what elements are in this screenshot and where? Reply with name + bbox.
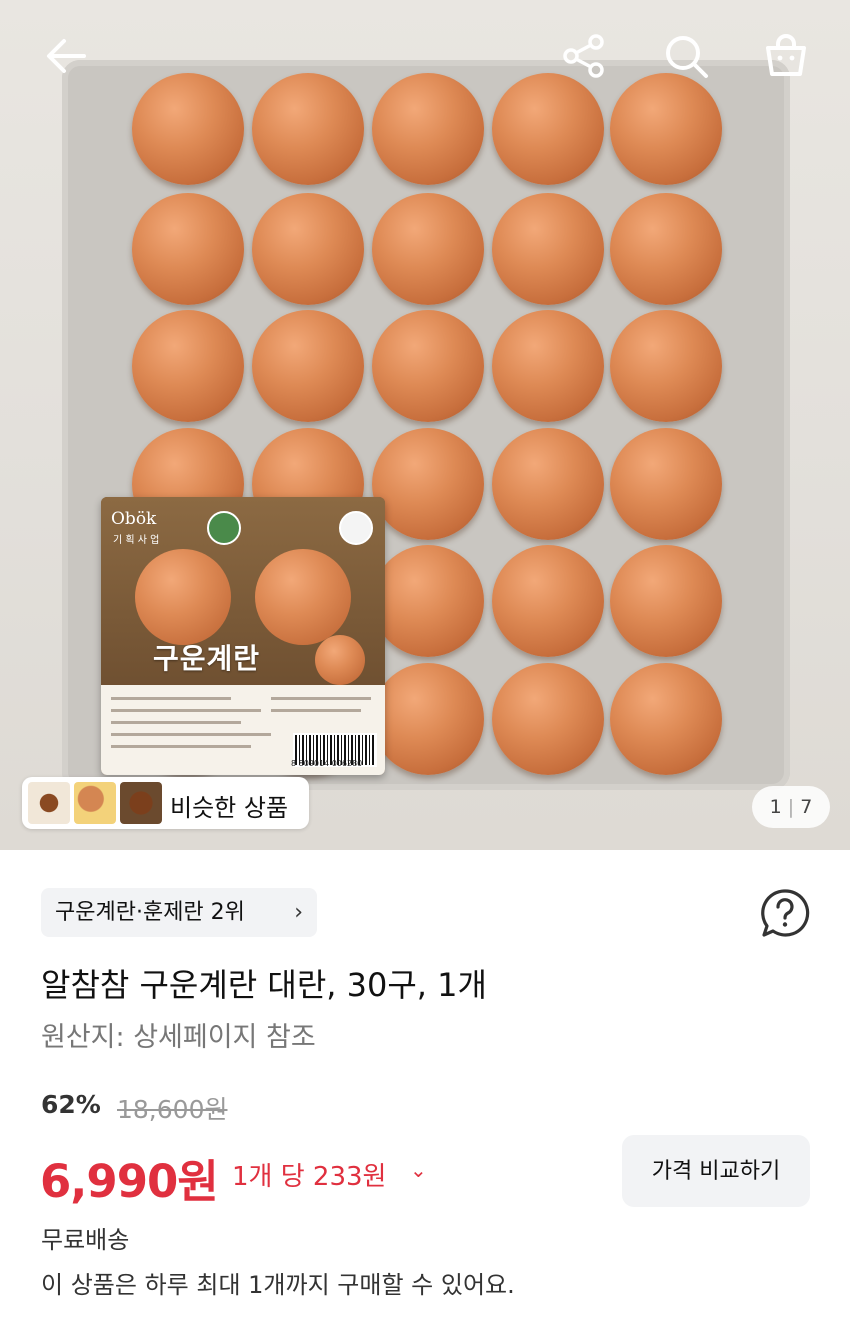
egg [252,73,364,185]
egg [372,428,484,540]
egg [132,310,244,422]
similar-thumb [28,782,70,824]
egg [492,310,604,422]
package-egg [135,549,231,645]
certification-seal-icon [207,511,241,545]
similar-products-button[interactable]: 비슷한 상품 [22,777,309,829]
product-title: 알참참 구운계란 대란, 30구, 1개 [41,966,487,1004]
product-image-gallery[interactable]: Obök 기 획 사 업 구운계란 8 809014 006280 비슷한 상품… [0,0,850,850]
egg [252,193,364,305]
egg [492,193,604,305]
purchase-limit-note: 이 상품은 하루 최대 1개까지 구매할 수 있어요. [41,1271,515,1299]
shopping-bag-icon [766,34,806,76]
sale-price: 6,990원 [40,1155,219,1208]
egg [372,545,484,657]
similar-products-label: 비슷한 상품 [170,794,289,822]
question-bubble-icon [761,889,810,937]
barcode-number: 8 809014 006280 [291,759,363,768]
chevron-down-icon[interactable]: ⌄ [410,1158,427,1182]
search-button[interactable] [660,30,712,82]
image-counter: 1 | 7 [752,786,830,828]
package-egg [315,635,365,685]
egg [372,193,484,305]
back-button[interactable] [40,30,92,82]
shipping-info: 무료배송 [41,1226,130,1254]
cart-button[interactable] [760,30,812,82]
category-rank-label: 구운계란·훈제란 2위 [55,900,245,925]
category-rank-badge[interactable]: 구운계란·훈제란 2위 › [41,888,317,937]
government-seal-icon [339,511,373,545]
arrow-left-icon [47,39,86,73]
package-brand-sub: 기 획 사 업 [113,535,160,546]
help-button[interactable] [758,886,812,940]
egg [132,193,244,305]
package-brand: Obök [111,509,157,529]
similar-thumb [120,782,162,824]
original-price: 18,600원 [117,1095,228,1124]
egg [610,310,722,422]
egg [372,73,484,185]
compare-price-button[interactable]: 가격 비교하기 [622,1135,810,1207]
egg [610,428,722,540]
image-counter-total: 7 [800,796,813,818]
egg [610,545,722,657]
share-button[interactable] [558,30,610,82]
egg [492,428,604,540]
discount-rate: 62% [41,1090,101,1119]
egg [492,73,604,185]
egg [372,310,484,422]
egg-package-label: Obök 기 획 사 업 구운계란 8 809014 006280 [101,497,385,775]
egg [492,545,604,657]
egg [372,663,484,775]
egg [610,73,722,185]
chevron-right-icon: › [294,900,303,925]
share-icon [563,34,604,78]
search-icon [666,36,708,78]
image-counter-current: 1 [769,796,782,818]
unit-price[interactable]: 1개 당 233원 [232,1156,386,1193]
package-egg [255,549,351,645]
egg [132,73,244,185]
egg [492,663,604,775]
product-origin: 원산지: 상세페이지 참조 [41,1022,316,1053]
package-title: 구운계란 [153,642,261,675]
egg [610,663,722,775]
egg [610,193,722,305]
similar-thumb [74,782,116,824]
egg [252,310,364,422]
